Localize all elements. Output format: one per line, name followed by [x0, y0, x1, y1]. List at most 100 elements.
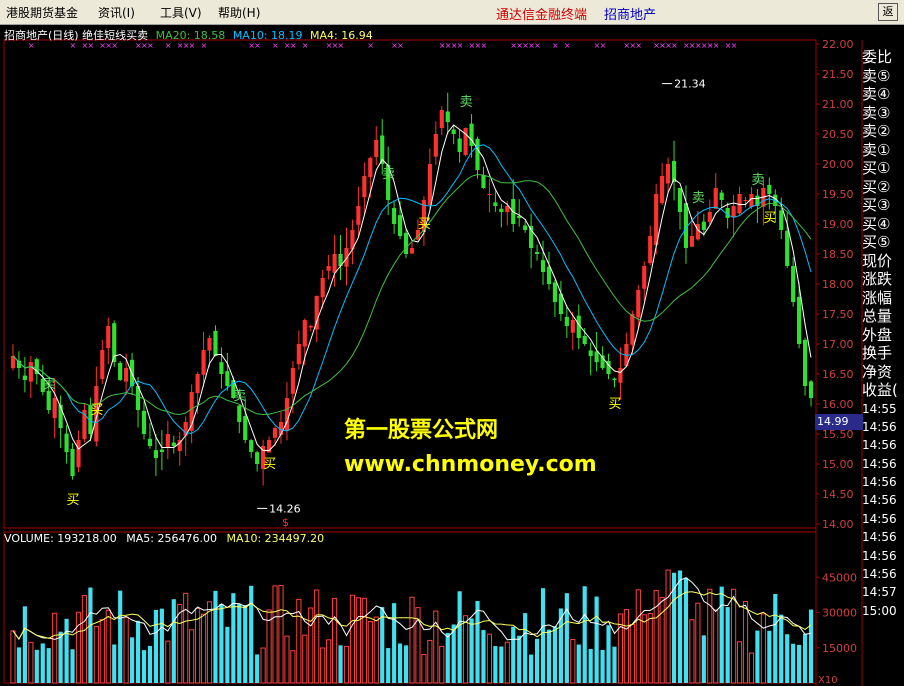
- y-tick-label: 14.00: [822, 518, 854, 531]
- menu-bar: 港股期货基金 资讯(I) 工具(V) 帮助(H) 通达信金融终端 招商地产 返: [0, 0, 904, 25]
- volume-bar: [791, 643, 796, 683]
- candle-body: [237, 405, 242, 422]
- y-tick-label: 16.00: [822, 398, 854, 411]
- volume-bar: [725, 607, 730, 683]
- volume-bar: [748, 652, 755, 684]
- candle-body: [76, 440, 81, 468]
- volume-bar: [523, 613, 528, 683]
- volume-bar: [540, 588, 546, 683]
- volume-bar: [486, 633, 493, 684]
- volume-bar: [409, 596, 415, 684]
- volume-tick-label: 15000: [822, 642, 857, 655]
- volume-bar: [355, 597, 361, 684]
- candle-body: [356, 206, 361, 225]
- quote-label-sell4: 卖④: [862, 85, 891, 103]
- menu-item-help[interactable]: 帮助(H): [218, 4, 260, 21]
- volume-bar: [46, 648, 51, 683]
- quote-label-volume: 总量: [862, 307, 893, 325]
- y-tick-label: 17.00: [822, 338, 854, 351]
- menu-item-hk-futures[interactable]: 港股期货基金: [6, 4, 78, 21]
- volume-bar: [314, 589, 320, 684]
- candle-body: [225, 371, 230, 386]
- volume-bar: [398, 643, 403, 683]
- volume-bar: [600, 649, 605, 683]
- volume-bar: [808, 609, 814, 683]
- volume-bar: [797, 644, 802, 683]
- volume-bar: [331, 597, 338, 684]
- volume-bar: [118, 590, 123, 683]
- volume-bar: [392, 603, 397, 683]
- candle-body: [124, 368, 129, 382]
- y-tick-label: 15.00: [822, 458, 854, 471]
- candle-body: [767, 184, 772, 194]
- x-mark: ×: [671, 41, 678, 50]
- volume-bar: [22, 606, 27, 683]
- window-restore-button[interactable]: 返: [878, 3, 898, 21]
- volume-bar: [665, 569, 671, 684]
- candle-body: [100, 350, 105, 380]
- volume-bar: [564, 593, 569, 683]
- candle-body: [636, 290, 641, 318]
- candle-body: [594, 351, 599, 362]
- candle-body: [362, 176, 367, 198]
- signal-sell: 卖: [460, 95, 473, 110]
- volume-bar: [629, 624, 635, 684]
- volume-tick-label: 30000: [822, 607, 857, 620]
- quote-label-sell1: 卖①: [862, 140, 891, 159]
- y-tick-label: 20.00: [822, 158, 854, 171]
- candle-body: [153, 450, 158, 458]
- volume-ma10-line: [12, 591, 812, 641]
- y-tick-label: 20.50: [822, 128, 854, 141]
- candle-body: [475, 138, 480, 170]
- candle-body: [666, 164, 671, 184]
- candle-body: [296, 344, 301, 365]
- signal-buy: 买: [418, 217, 431, 232]
- quote-label-buy1: 买①: [862, 159, 891, 177]
- candle-body: [612, 378, 617, 380]
- volume-bar: [343, 645, 350, 684]
- quote-label-buy4: 买④: [862, 214, 891, 233]
- candle-body: [487, 194, 492, 195]
- menu-item-info[interactable]: 资讯(I): [98, 4, 135, 21]
- candle-body: [201, 350, 206, 375]
- volume-bar: [612, 646, 617, 683]
- candle-body: [332, 254, 337, 273]
- volume-bar: [64, 618, 69, 683]
- volume-bar: [689, 619, 695, 684]
- volume-bar: [659, 596, 665, 684]
- x-mark: ×: [457, 41, 464, 50]
- candle-body: [499, 208, 504, 212]
- candle-body: [523, 225, 528, 230]
- y-tick-label: 14.50: [822, 488, 854, 501]
- volume-ma5-line: [12, 577, 812, 641]
- y-tick-label: 18.00: [822, 278, 854, 291]
- volume-bar: [511, 626, 516, 683]
- menu-item-tools[interactable]: 工具(V): [160, 4, 202, 21]
- volume-bar: [284, 635, 290, 684]
- candle-body: [642, 266, 647, 289]
- volume-bar: [386, 648, 391, 683]
- candle-body: [481, 174, 486, 188]
- volume-bar: [260, 647, 266, 684]
- quote-label-sell2: 卖②: [862, 122, 891, 140]
- volume-bar: [713, 609, 719, 684]
- candle-body: [713, 188, 718, 209]
- volume-bar: [760, 613, 766, 684]
- volume-bar: [529, 654, 534, 683]
- volume-bar: [641, 614, 647, 684]
- volume-bar: [302, 634, 308, 684]
- candle-body: [326, 266, 331, 271]
- volume-bar: [320, 647, 326, 684]
- signal-sell: 卖: [692, 191, 705, 206]
- high-label: 21.34: [674, 78, 706, 91]
- kline-chart[interactable]: 22.00 21.50 21.00 20.50 20.00 19.50 19.00 18.50…: [0, 25, 904, 686]
- watermark-title: 第一股票公式网: [344, 418, 499, 443]
- candle-body: [344, 248, 349, 267]
- volume-bar: [189, 629, 195, 684]
- volume-bar: [349, 594, 356, 684]
- signal-buy: 买: [263, 457, 276, 472]
- tick-time: 14:55: [862, 401, 897, 416]
- x-mark: ×: [480, 41, 487, 50]
- candle-body: [689, 236, 694, 247]
- volume-bar: [70, 649, 75, 683]
